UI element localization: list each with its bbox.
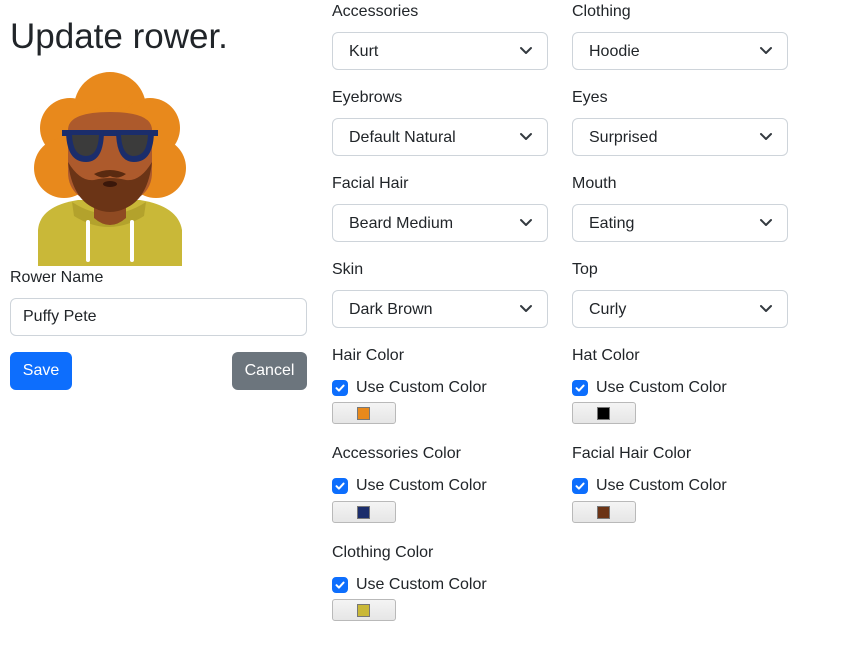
clothing-select[interactable]: Hoodie: [572, 32, 788, 70]
accessories-color-checkbox-label[interactable]: Use Custom Color: [356, 475, 487, 497]
avatar: [28, 70, 190, 266]
hair-color-checkbox-label[interactable]: Use Custom Color: [356, 377, 487, 399]
facial-hair-color-checkbox-label[interactable]: Use Custom Color: [596, 475, 727, 497]
page-title: Update rower.: [10, 17, 228, 56]
facial-hair-color-checkbox[interactable]: [572, 478, 588, 494]
chevron-down-icon: [760, 305, 772, 312]
chevron-down-icon: [520, 47, 532, 54]
rower-name-input[interactable]: [10, 298, 307, 336]
clothing-color-picker[interactable]: [332, 599, 396, 621]
cancel-button[interactable]: Cancel: [232, 352, 307, 390]
skin-select-value: Dark Brown: [349, 301, 433, 318]
facial-hair-select[interactable]: Beard Medium: [332, 204, 548, 242]
avatar-illustration: [34, 72, 186, 266]
clothing-color-label: Clothing Color: [332, 544, 434, 561]
save-button[interactable]: Save: [10, 352, 72, 390]
accessories-color-picker[interactable]: [332, 501, 396, 523]
eyebrows-select-value: Default Natural: [349, 129, 456, 146]
facial-hair-select-value: Beard Medium: [349, 215, 454, 232]
facial-hair-label: Facial Hair: [332, 175, 409, 192]
hat-color-checkbox-label[interactable]: Use Custom Color: [596, 377, 727, 399]
chevron-down-icon: [520, 133, 532, 140]
top-label: Top: [572, 261, 598, 278]
hat-color-swatch: [597, 407, 610, 420]
skin-select[interactable]: Dark Brown: [332, 290, 548, 328]
check-icon: [575, 482, 585, 490]
eyes-select[interactable]: Surprised: [572, 118, 788, 156]
clothing-label: Clothing: [572, 3, 631, 20]
facial-hair-color-picker[interactable]: [572, 501, 636, 523]
chevron-down-icon: [760, 47, 772, 54]
chevron-down-icon: [760, 219, 772, 226]
eyebrows-select[interactable]: Default Natural: [332, 118, 548, 156]
clothing-color-checkbox[interactable]: [332, 577, 348, 593]
eyes-label: Eyes: [572, 89, 608, 106]
eyes-select-value: Surprised: [589, 129, 658, 146]
accessories-label: Accessories: [332, 3, 419, 20]
chevron-down-icon: [520, 219, 532, 226]
clothing-select-value: Hoodie: [589, 43, 640, 60]
accessories-select-value: Kurt: [349, 43, 379, 60]
accessories-select[interactable]: Kurt: [332, 32, 548, 70]
hair-color-swatch: [357, 407, 370, 420]
facial-hair-color-label: Facial Hair Color: [572, 445, 692, 462]
mouth-select[interactable]: Eating: [572, 204, 788, 242]
skin-label: Skin: [332, 261, 364, 278]
accessories-color-label: Accessories Color: [332, 445, 461, 462]
clothing-color-swatch: [357, 604, 370, 617]
chevron-down-icon: [760, 133, 772, 140]
hair-color-checkbox[interactable]: [332, 380, 348, 396]
check-icon: [335, 384, 345, 392]
top-select[interactable]: Curly: [572, 290, 788, 328]
check-icon: [335, 482, 345, 490]
hair-color-picker[interactable]: [332, 402, 396, 424]
accessories-color-checkbox[interactable]: [332, 478, 348, 494]
rower-name-label: Rower Name: [10, 269, 104, 286]
chevron-down-icon: [520, 305, 532, 312]
hat-color-checkbox[interactable]: [572, 380, 588, 396]
check-icon: [575, 384, 585, 392]
check-icon: [335, 581, 345, 589]
hat-color-picker[interactable]: [572, 402, 636, 424]
hat-color-label: Hat Color: [572, 347, 640, 364]
clothing-color-checkbox-label[interactable]: Use Custom Color: [356, 574, 487, 596]
mouth-select-value: Eating: [589, 215, 635, 232]
hair-color-label: Hair Color: [332, 347, 405, 364]
eyebrows-label: Eyebrows: [332, 89, 403, 106]
facial-hair-color-swatch: [597, 506, 610, 519]
mouth-label: Mouth: [572, 175, 617, 192]
top-select-value: Curly: [589, 301, 627, 318]
accessories-color-swatch: [357, 506, 370, 519]
